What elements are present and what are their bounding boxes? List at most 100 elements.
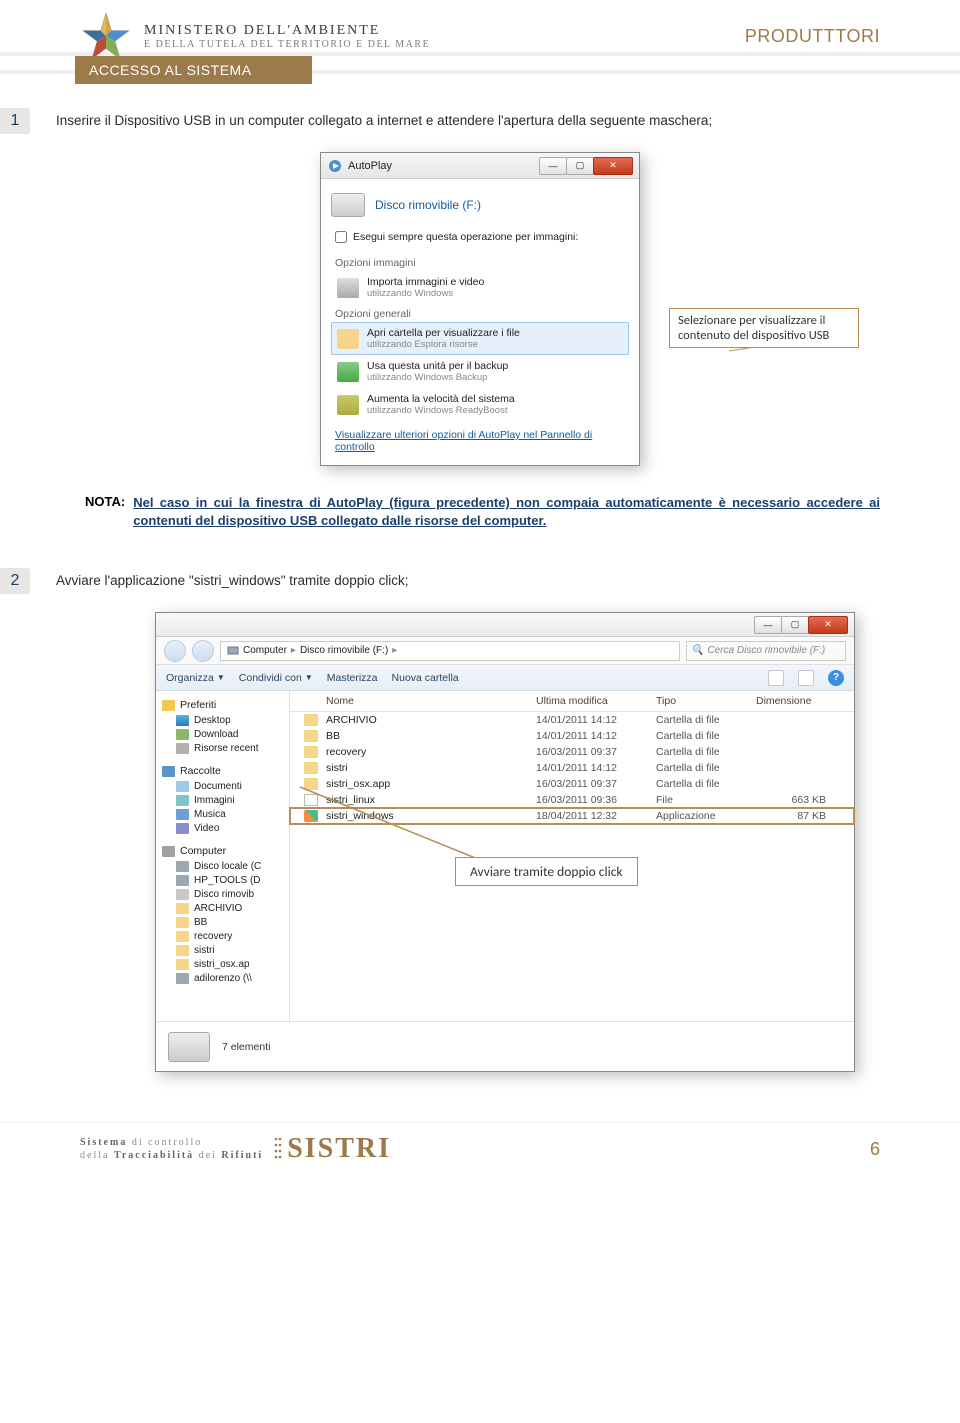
option-open-folder[interactable]: Apri cartella per visualizzare i file ut…: [331, 322, 629, 355]
toolbar-organize[interactable]: Organizza▼: [166, 672, 225, 684]
file-row-recovery[interactable]: recovery16/03/2011 09:37Cartella di file: [290, 744, 854, 760]
help-icon[interactable]: ?: [828, 670, 844, 686]
sidebar-item-network[interactable]: adilorenzo (\\: [162, 971, 289, 985]
callout-2-connector: [340, 792, 540, 912]
file-size: 663 KB: [756, 794, 836, 806]
sidebar-item-music[interactable]: Musica: [162, 807, 289, 821]
more-options-link[interactable]: Visualizzare ulteriori opzioni di AutoPl…: [331, 421, 629, 455]
explorer-statusbar: 7 elementi: [156, 1021, 854, 1071]
search-input[interactable]: 🔍 Cerca Disco rimovibile (F:): [686, 641, 846, 661]
camera-icon: [337, 278, 359, 298]
sidebar-item-documents[interactable]: Documenti: [162, 779, 289, 793]
folder-icon: [337, 329, 359, 349]
col-size[interactable]: Dimensione: [756, 695, 836, 707]
folder-icon: [304, 730, 318, 742]
ministry-logo-block: MINISTERO DELL'AMBIENTE E DELLA TUTELA D…: [80, 10, 430, 62]
sidebar-item-recovery[interactable]: recovery: [162, 929, 289, 943]
page-number: 6: [870, 1139, 880, 1160]
breadcrumb[interactable]: Computer ▸ Disco rimovibile (F:) ▸: [220, 641, 680, 661]
sidebar-item-archivio[interactable]: ARCHIVIO: [162, 901, 289, 915]
explorer-navbar: Computer ▸ Disco rimovibile (F:) ▸ 🔍 Cer…: [156, 637, 854, 665]
toolbar-newfolder[interactable]: Nuova cartella: [392, 672, 459, 684]
autoplay-icon: [327, 158, 343, 174]
sidebar-item-desktop[interactable]: Desktop: [162, 713, 289, 727]
autoplay-figure: AutoPlay — ▢ ✕ Disco rimovibile (F:) Ese…: [0, 152, 960, 466]
step-1-text: Inserire il Dispositivo USB in un comput…: [30, 108, 960, 131]
toolbar-burn[interactable]: Masterizza: [327, 672, 378, 684]
explorer-close-button[interactable]: ✕: [808, 616, 848, 634]
chevron-down-icon: ▼: [305, 673, 313, 682]
sidebar-head-favorites[interactable]: Preferiti: [162, 697, 289, 713]
sidebar-item-osx[interactable]: sistri_osx.ap: [162, 957, 289, 971]
step-1-number: 1: [0, 108, 30, 134]
minimize-button[interactable]: —: [539, 157, 567, 175]
always-do-checkbox[interactable]: [335, 231, 347, 243]
sidebar-libraries: Raccolte Documenti Immagini Musica Video: [162, 763, 289, 835]
chevron-right-icon: ▸: [392, 645, 397, 656]
close-button[interactable]: ✕: [593, 157, 633, 175]
bc-1: Disco rimovibile (F:): [300, 645, 388, 656]
col-type[interactable]: Tipo: [656, 695, 756, 707]
option-speed-title: Aumenta la velocità del sistema: [367, 393, 515, 405]
preview-pane-icon[interactable]: [798, 670, 814, 686]
chevron-right-icon: ▸: [291, 645, 296, 656]
file-type: File: [656, 794, 756, 806]
sidebar-item-sistri[interactable]: sistri: [162, 943, 289, 957]
footer-l2c: dei: [194, 1150, 221, 1161]
explorer-maximize-button[interactable]: ▢: [781, 616, 809, 634]
option-backup-sub: utilizzando Windows Backup: [367, 372, 508, 383]
drive-label: Disco rimovibile (F:): [375, 198, 481, 212]
backup-icon: [337, 362, 359, 382]
sidebar-item-bb[interactable]: BB: [162, 915, 289, 929]
file-row-BB[interactable]: BB14/01/2011 14:12Cartella di file: [290, 728, 854, 744]
search-icon: 🔍: [691, 645, 703, 656]
hdd-icon: [176, 861, 189, 872]
maximize-button[interactable]: ▢: [566, 157, 594, 175]
always-do-checkbox-row[interactable]: Esegui sempre questa operazione per imma…: [331, 227, 629, 253]
file-date: 14/01/2011 14:12: [536, 730, 656, 742]
option-import-images[interactable]: Importa immagini e video utilizzando Win…: [331, 271, 629, 304]
explorer-column-headers: Nome Ultima modifica Tipo Dimensione: [290, 691, 854, 712]
col-name[interactable]: Nome: [326, 695, 536, 707]
chevron-down-icon: ▼: [217, 673, 225, 682]
sidebar-item-usb[interactable]: Disco rimovib: [162, 887, 289, 901]
sidebar-head-computer[interactable]: Computer: [162, 843, 289, 859]
explorer-titlebar: — ▢ ✕: [156, 613, 854, 637]
sidebar-head-libraries[interactable]: Raccolte: [162, 763, 289, 779]
folder-icon: [176, 931, 189, 942]
ministry-star-icon: [80, 10, 132, 62]
option-backup[interactable]: Usa questa unità per il backup utilizzan…: [331, 355, 629, 388]
col-date[interactable]: Ultima modifica: [536, 695, 656, 707]
file-row-sistri_osx.app[interactable]: sistri_osx.app16/03/2011 09:37Cartella d…: [290, 776, 854, 792]
toolbar-share[interactable]: Condividi con▼: [239, 672, 313, 684]
footer-left: Sistema di controllo della Tracciabilità…: [80, 1133, 391, 1165]
sidebar-item-video[interactable]: Video: [162, 821, 289, 835]
autoplay-window: AutoPlay — ▢ ✕ Disco rimovibile (F:) Ese…: [320, 152, 640, 466]
sidebar-item-images[interactable]: Immagini: [162, 793, 289, 807]
file-row-ARCHIVIO[interactable]: ARCHIVIO14/01/2011 14:12Cartella di file: [290, 712, 854, 728]
explorer-minimize-button[interactable]: —: [754, 616, 782, 634]
autoplay-titlebar: AutoPlay — ▢ ✕: [321, 153, 639, 179]
option-readyboost[interactable]: Aumenta la velocità del sistema utilizza…: [331, 388, 629, 421]
hdd-icon: [176, 875, 189, 886]
folder-icon: [304, 778, 318, 790]
sidebar-item-hptools[interactable]: HP_TOOLS (D: [162, 873, 289, 887]
file-type: Cartella di file: [656, 762, 756, 774]
sidebar-item-local-c[interactable]: Disco locale (C: [162, 859, 289, 873]
view-icon[interactable]: [768, 670, 784, 686]
sidebar-item-recent[interactable]: Risorse recent: [162, 741, 289, 755]
bc-0: Computer: [243, 645, 287, 656]
file-icon: [304, 794, 318, 806]
footer-l2a: della: [80, 1150, 114, 1161]
callout-2: Avviare tramite doppio click: [455, 857, 638, 886]
file-row-sistri[interactable]: sistri14/01/2011 14:12Cartella di file: [290, 760, 854, 776]
file-date: 14/01/2011 14:12: [536, 714, 656, 726]
sidebar-favorites: Preferiti Desktop Download Risorse recen…: [162, 697, 289, 755]
nav-back-button[interactable]: [164, 640, 186, 662]
folder-icon: [304, 762, 318, 774]
option-backup-title: Usa questa unità per il backup: [367, 360, 508, 372]
file-type: Cartella di file: [656, 746, 756, 758]
sidebar-item-download[interactable]: Download: [162, 727, 289, 741]
nav-forward-button[interactable]: [192, 640, 214, 662]
option-speed-sub: utilizzando Windows ReadyBoost: [367, 405, 515, 416]
